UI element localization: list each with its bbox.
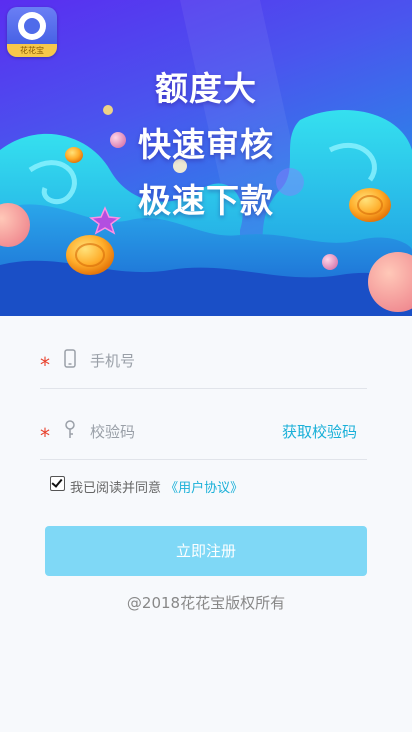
app-logo: 花花宝 <box>7 7 57 57</box>
key-icon <box>65 420 75 438</box>
code-input[interactable]: 校验码 <box>90 421 135 442</box>
phone-input[interactable]: 手机号 <box>90 350 135 371</box>
hero-banner: 花花宝 额度大 快速审核 极速下款 <box>0 0 412 316</box>
agreement-text: 我已阅读并同意 <box>70 481 162 496</box>
banner-line-2: 快速审核 <box>138 125 274 164</box>
banner-line-1: 额度大 <box>155 69 257 108</box>
register-button[interactable]: 立即注册 <box>45 526 367 576</box>
required-mark: * <box>40 424 50 448</box>
required-mark: * <box>40 353 50 377</box>
phone-icon <box>64 349 76 368</box>
logo-label: 花花宝 <box>7 44 57 57</box>
banner-line-3: 极速下款 <box>138 181 274 220</box>
code-field[interactable]: * 校验码 获取校验码 <box>40 413 367 460</box>
user-agreement-link[interactable]: 《用户协议》 <box>165 481 243 496</box>
phone-field[interactable]: * 手机号 <box>40 342 367 389</box>
get-code-button[interactable]: 获取校验码 <box>282 421 357 442</box>
diamond-coin-icon <box>18 12 46 40</box>
copyright-text: @2018花花宝版权所有 <box>126 594 286 612</box>
agreement-checkbox[interactable] <box>50 476 65 491</box>
